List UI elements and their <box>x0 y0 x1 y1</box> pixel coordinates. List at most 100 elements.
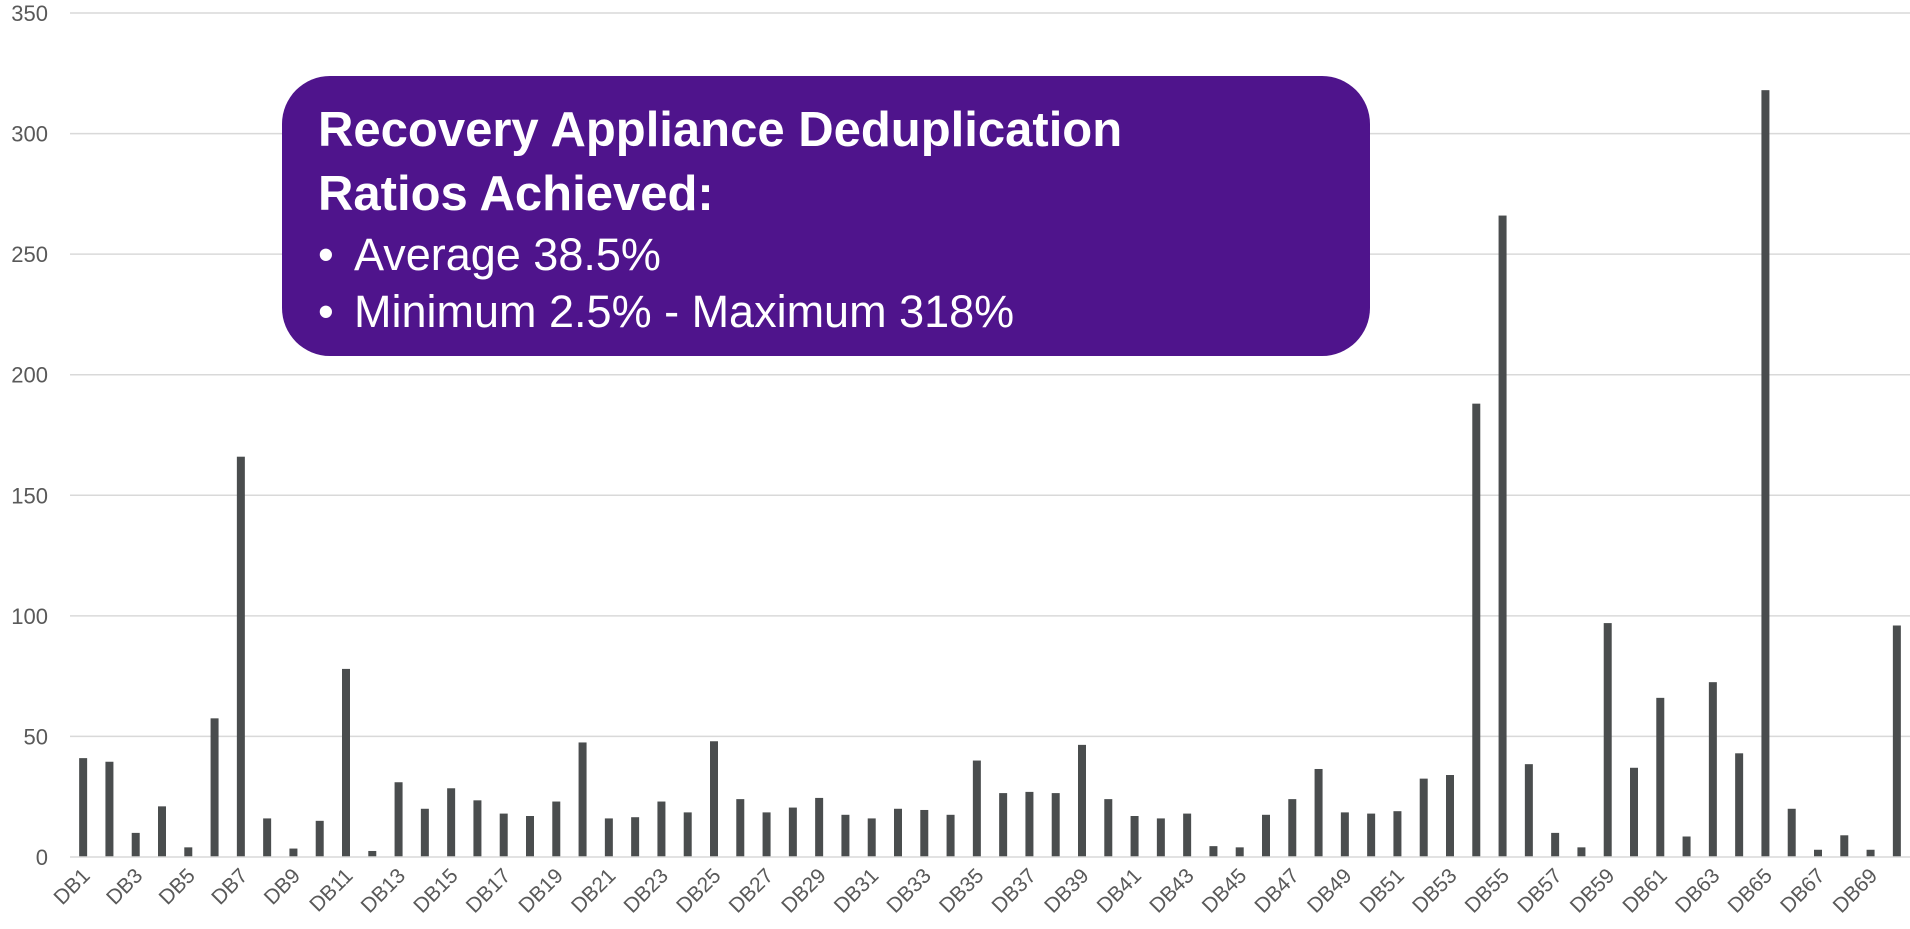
bar-db55 <box>1498 215 1507 857</box>
x-tick-label: DB23 <box>620 864 673 917</box>
y-axis-tick-labels: 0 50 100 150 200 250 300 350 <box>11 1 48 870</box>
callout-bullet-list: • Average 38.5% • Minimum 2.5% - Maximum… <box>318 226 1334 340</box>
bar-db58 <box>1577 847 1586 857</box>
x-tick-label: DB51 <box>1356 864 1409 917</box>
bar-db59 <box>1603 623 1612 857</box>
bar-db47 <box>1288 799 1297 857</box>
y-tick-label: 150 <box>11 483 48 508</box>
x-tick-label: DB5 <box>155 864 200 909</box>
bar-db33 <box>920 809 929 857</box>
x-tick-label: DB29 <box>777 864 830 917</box>
bar-db66 <box>1787 808 1796 857</box>
y-tick-label: 250 <box>11 242 48 267</box>
bar-db15 <box>447 788 456 857</box>
bar-db19 <box>552 801 561 857</box>
bar-db62 <box>1682 836 1691 857</box>
bar-db34 <box>946 814 955 857</box>
bar-db22 <box>631 817 640 857</box>
bar-db23 <box>657 801 666 857</box>
bar-db56 <box>1524 764 1533 857</box>
bar-db31 <box>867 818 876 857</box>
bar-db17 <box>499 813 508 857</box>
x-tick-label: DB25 <box>672 864 725 917</box>
bar-db11 <box>342 668 350 857</box>
x-tick-label: DB19 <box>514 864 567 917</box>
bar-db21 <box>604 818 613 857</box>
bar-db53 <box>1446 775 1454 857</box>
bar-db1 <box>79 758 88 857</box>
y-tick-label: 50 <box>24 724 48 749</box>
bar-db54 <box>1472 403 1481 857</box>
bar-db52 <box>1419 778 1428 857</box>
x-tick-label: DB21 <box>567 864 620 917</box>
x-tick-label: DB31 <box>830 864 883 917</box>
x-tick-label: DB27 <box>725 864 778 917</box>
bullet-icon: • <box>318 286 334 337</box>
bar-db14 <box>420 808 429 857</box>
bar-db36 <box>999 793 1008 857</box>
x-tick-label: DB35 <box>935 864 988 917</box>
bar-db48 <box>1314 768 1323 857</box>
x-tick-label: DB15 <box>409 864 462 917</box>
bar-db10 <box>315 820 324 857</box>
bar-db63 <box>1708 682 1717 857</box>
summary-callout: Recovery Appliance Deduplication Ratios … <box>282 76 1370 356</box>
y-tick-label: 300 <box>11 122 48 147</box>
x-tick-label: DB3 <box>102 864 147 909</box>
bar-db18 <box>526 816 534 857</box>
bar-db42 <box>1156 818 1165 857</box>
x-tick-label: DB49 <box>1303 864 1356 917</box>
bar-db29 <box>815 797 824 857</box>
bar-db4 <box>158 806 166 857</box>
callout-bullet-average: • Average 38.5% <box>318 226 1334 283</box>
x-tick-label: DB7 <box>207 864 252 909</box>
bar-db68 <box>1840 835 1849 857</box>
callout-title: Recovery Appliance Deduplication Ratios … <box>318 103 1123 221</box>
bar-db40 <box>1104 799 1113 857</box>
x-tick-label: DB57 <box>1513 864 1566 917</box>
x-tick-label: DB69 <box>1829 864 1882 917</box>
x-tick-label: DB65 <box>1724 864 1777 917</box>
bar-db46 <box>1262 814 1270 857</box>
x-tick-label: DB39 <box>1040 864 1093 917</box>
bar-db3 <box>131 832 140 857</box>
bar-db24 <box>683 812 692 857</box>
x-tick-label: DB61 <box>1618 864 1671 917</box>
bar-db67 <box>1814 849 1822 857</box>
bar-db37 <box>1025 791 1034 857</box>
x-tick-label: DB45 <box>1198 864 1251 917</box>
bullet-icon: • <box>318 229 334 280</box>
callout-bullet-text: Minimum 2.5% - Maximum 318% <box>354 286 1015 337</box>
bar-db30 <box>841 814 850 857</box>
bar-db44 <box>1209 846 1218 857</box>
bar-db38 <box>1051 793 1060 857</box>
bar-db70 <box>1892 625 1901 857</box>
x-tick-label: DB13 <box>357 864 410 917</box>
bar-db13 <box>394 782 403 857</box>
bar-db35 <box>972 760 981 857</box>
bar-db51 <box>1393 811 1402 857</box>
bar-db6 <box>210 718 219 857</box>
x-tick-label: DB9 <box>260 864 305 909</box>
bar-db16 <box>473 800 482 857</box>
bar-db43 <box>1183 813 1192 857</box>
x-tick-label: DB1 <box>50 864 95 909</box>
x-tick-label: DB67 <box>1776 864 1829 917</box>
bar-db57 <box>1551 832 1560 857</box>
bar-db64 <box>1735 753 1744 857</box>
bar-db20 <box>578 742 587 857</box>
bar-db60 <box>1630 767 1638 857</box>
callout-bullet-text: Average 38.5% <box>354 229 661 280</box>
y-tick-label: 200 <box>11 363 48 388</box>
x-tick-label: DB47 <box>1250 864 1303 917</box>
bar-db50 <box>1367 813 1376 857</box>
bar-db65 <box>1761 90 1770 857</box>
bar-db27 <box>762 812 771 857</box>
bar-db8 <box>263 818 272 857</box>
x-tick-label: DB59 <box>1566 864 1619 917</box>
y-tick-label: 100 <box>11 604 48 629</box>
bar-db2 <box>105 761 114 857</box>
bar-db32 <box>894 808 902 857</box>
x-tick-label: DB17 <box>462 864 515 917</box>
bar-db5 <box>184 847 193 857</box>
